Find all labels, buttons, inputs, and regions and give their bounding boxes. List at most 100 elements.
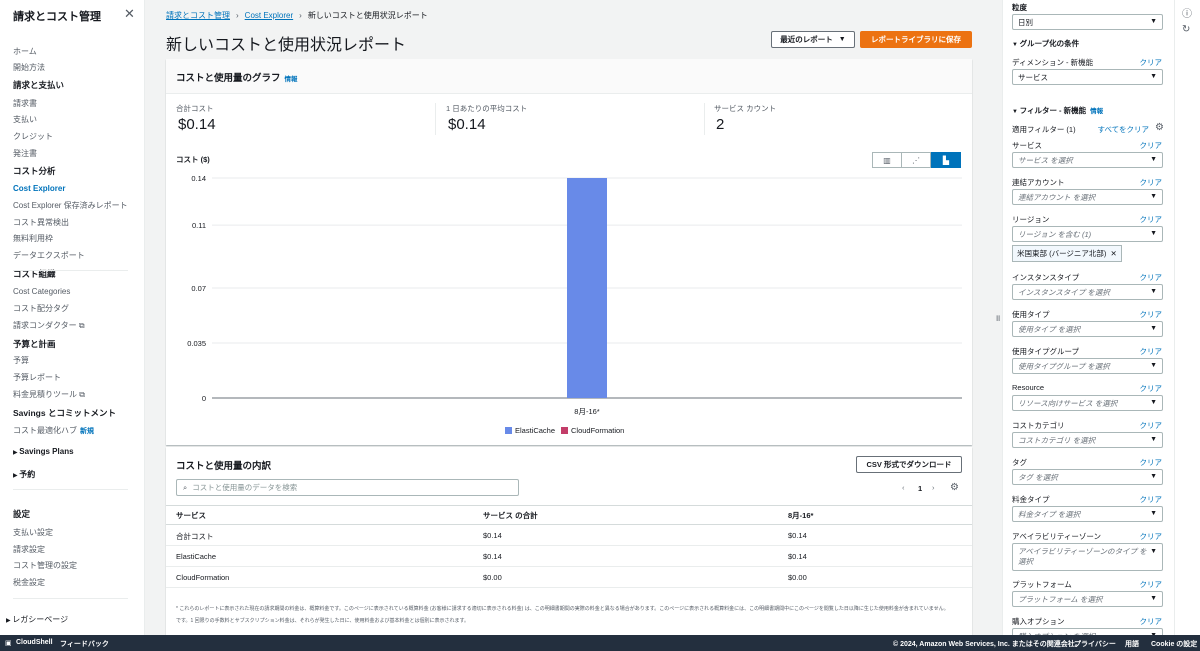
download-csv-button[interactable]: CSV 形式でダウンロード xyxy=(856,456,962,473)
sidebar-item[interactable]: 料金見積りツール ⧉ xyxy=(13,389,85,400)
clear-link[interactable]: クリア xyxy=(1140,420,1163,431)
filter-select[interactable]: プラットフォーム を選択 ▼ xyxy=(1012,591,1163,607)
table-top-border xyxy=(166,505,972,506)
clear-link[interactable]: クリア xyxy=(1140,272,1163,283)
filter-select[interactable]: タグ を選択 ▼ xyxy=(1012,469,1163,485)
clear-link[interactable]: クリア xyxy=(1140,140,1163,151)
group-by-section[interactable]: ▼ グループ化の条件 xyxy=(1012,38,1079,49)
cloudshell-link[interactable]: CloudShell xyxy=(16,639,53,646)
sidebar-item[interactable]: クレジット xyxy=(13,131,53,142)
panel-resize-handle[interactable]: ॥ xyxy=(995,311,1000,324)
filter-select[interactable]: 連結アカウント を選択 ▼ xyxy=(1012,189,1163,205)
sidebar-item[interactable]: ▶ レガシーページ xyxy=(6,614,68,625)
legend-label: ElastiCache xyxy=(515,426,556,435)
filter-select[interactable]: 料金タイプ を選択 ▼ xyxy=(1012,506,1163,522)
clear-link[interactable]: クリア xyxy=(1140,177,1163,188)
sidebar-item[interactable]: 予算 xyxy=(13,355,29,366)
feedback-link[interactable]: フィードバック xyxy=(60,639,109,649)
sidebar-item[interactable]: Cost Explorer xyxy=(13,184,65,193)
recent-reports-button[interactable]: 最近のレポート ▼ xyxy=(771,31,855,48)
close-icon[interactable]: ✕ xyxy=(124,6,135,22)
clear-link[interactable]: クリア xyxy=(1140,531,1163,542)
breadcrumb-cost-explorer[interactable]: Cost Explorer xyxy=(245,11,293,20)
line-chart-type-icon[interactable]: ⋰ xyxy=(901,152,931,168)
legend-item-cloudformation[interactable]: CloudFormation xyxy=(561,426,624,435)
history-icon[interactable]: ↻ xyxy=(1182,24,1190,35)
filter-select[interactable]: リージョン を含む (1) ▼ xyxy=(1012,226,1163,242)
filter-select[interactable]: インスタンスタイプ を選択 ▼ xyxy=(1012,284,1163,300)
table-row-border xyxy=(166,566,972,567)
filter-select[interactable]: 使用タイプグループ を選択 ▼ xyxy=(1012,358,1163,374)
settings-gear-icon[interactable]: ⚙ xyxy=(1155,122,1164,133)
sidebar-item[interactable]: 開始方法 xyxy=(13,62,45,73)
sidebar-item[interactable]: Cost Categories xyxy=(13,287,70,296)
clear-link[interactable]: クリア xyxy=(1140,616,1163,627)
chevron-right-icon: › xyxy=(299,11,302,20)
granularity-select[interactable]: 日別 ▼ xyxy=(1012,14,1163,30)
sidebar-item[interactable]: Cost Explorer 保存済みレポート xyxy=(13,200,128,211)
filter-select[interactable]: 購入オプション を選択▼ xyxy=(1012,628,1163,635)
filter-select[interactable]: リソース向けサービス を選択 ▼ xyxy=(1012,395,1163,411)
info-link[interactable]: 情報 xyxy=(1090,108,1103,115)
save-to-library-button[interactable]: レポートライブラリに保存 xyxy=(860,31,972,48)
sidebar-item[interactable]: ▶ Savings Plans xyxy=(13,447,74,456)
sidebar-item[interactable]: コスト最適化ハブ 新規 xyxy=(13,425,94,436)
info-icon[interactable]: ⓘ xyxy=(1182,5,1192,20)
sidebar-item[interactable]: ホーム xyxy=(13,46,37,57)
caret-down-icon: ▼ xyxy=(1150,473,1157,480)
page-number[interactable]: 1 xyxy=(918,484,922,493)
clear-link[interactable]: クリア xyxy=(1140,57,1163,68)
clear-link[interactable]: クリア xyxy=(1140,494,1163,505)
sidebar-item[interactable]: 予算レポート xyxy=(13,372,61,383)
clear-link[interactable]: クリア xyxy=(1140,309,1163,320)
cloudshell-icon[interactable]: ▣ xyxy=(5,639,12,647)
info-link[interactable]: 情報 xyxy=(285,76,298,83)
sidebar-item[interactable]: コスト管理の設定 xyxy=(13,560,77,571)
clear-link[interactable]: クリア xyxy=(1140,214,1163,225)
sidebar-item[interactable]: 請求書 xyxy=(13,98,37,109)
clear-link[interactable]: クリア xyxy=(1140,346,1163,357)
cookie-settings-link[interactable]: Cookie の設定 xyxy=(1151,639,1197,649)
breadcrumb-billing[interactable]: 請求とコスト管理 xyxy=(166,11,230,20)
clear-link[interactable]: クリア xyxy=(1140,383,1163,394)
sidebar-item[interactable]: コスト配分タグ xyxy=(13,303,69,314)
sidebar-item[interactable]: 支払い xyxy=(13,114,37,125)
filter-placeholder: リソース向けサービス を選択 xyxy=(1018,398,1118,408)
filter-select[interactable]: コストカテゴリ を選択 ▼ xyxy=(1012,432,1163,448)
filter-select[interactable]: アベイラビリティーゾーンのタイプ を選択 ▼ xyxy=(1012,543,1163,571)
column-header-service-total[interactable]: サービス の合計 xyxy=(483,510,538,521)
bar-chart-type-icon[interactable]: ▥ xyxy=(872,152,902,168)
sidebar-item[interactable]: 税金設定 xyxy=(13,577,45,588)
breakdown-search-input[interactable]: ⌕ コストと使用量のデータを検索 xyxy=(176,479,519,496)
sidebar-item[interactable]: 請求コンダクター ⧉ xyxy=(13,320,85,331)
legend-item-elasticache[interactable]: ElastiCache xyxy=(505,426,555,435)
breakdown-title: コストと使用量の内訳 xyxy=(176,461,272,472)
sidebar-item[interactable]: 無料利用枠 xyxy=(13,233,53,244)
sidebar-item[interactable]: データエクスポート xyxy=(13,250,85,261)
sidebar-item[interactable]: 発注書 xyxy=(13,148,37,159)
sidebar-item[interactable]: 請求設定 xyxy=(13,544,45,555)
terms-link[interactable]: 用語 xyxy=(1125,639,1139,649)
sidebar-item[interactable]: 支払い設定 xyxy=(13,527,53,538)
settings-gear-icon[interactable]: ⚙ xyxy=(950,482,959,493)
sidebar-item-label: コスト管理の設定 xyxy=(13,561,77,570)
sidebar-item[interactable]: ▶ 予約 xyxy=(13,469,35,480)
remove-token-icon[interactable]: ✕ xyxy=(1110,249,1116,258)
clear-link[interactable]: クリア xyxy=(1140,579,1163,590)
column-header-service[interactable]: サービス xyxy=(176,510,206,521)
clear-all-link[interactable]: すべてをクリア xyxy=(1097,124,1149,135)
prev-page-icon[interactable]: ‹ xyxy=(902,483,905,492)
footnote: * これらのレポートに表示された現在の請求期間の料金は、概算料金です。このページ… xyxy=(176,606,949,612)
filter-select[interactable]: サービス を選択 ▼ xyxy=(1012,152,1163,168)
clear-link[interactable]: クリア xyxy=(1140,457,1163,468)
stacked-bar-chart-type-icon[interactable]: ▙ xyxy=(931,152,961,168)
filter-select[interactable]: 使用タイプ を選択 ▼ xyxy=(1012,321,1163,337)
sidebar-item[interactable]: コスト異常検出 xyxy=(13,217,69,228)
next-page-icon[interactable]: › xyxy=(932,483,935,492)
dimension-select[interactable]: サービス ▼ xyxy=(1012,69,1163,85)
sidebar-item-label: 料金見積りツール xyxy=(13,390,77,399)
column-header-date[interactable]: 8月-16* xyxy=(788,510,813,521)
filters-section[interactable]: ▼ フィルター - 新機能 情報 xyxy=(1012,105,1103,116)
cost-usage-breakdown-panel: コストと使用量の内訳 CSV 形式でダウンロード ⌕ コストと使用量のデータを検索… xyxy=(166,447,972,635)
privacy-link[interactable]: プライバシー xyxy=(1074,639,1116,649)
